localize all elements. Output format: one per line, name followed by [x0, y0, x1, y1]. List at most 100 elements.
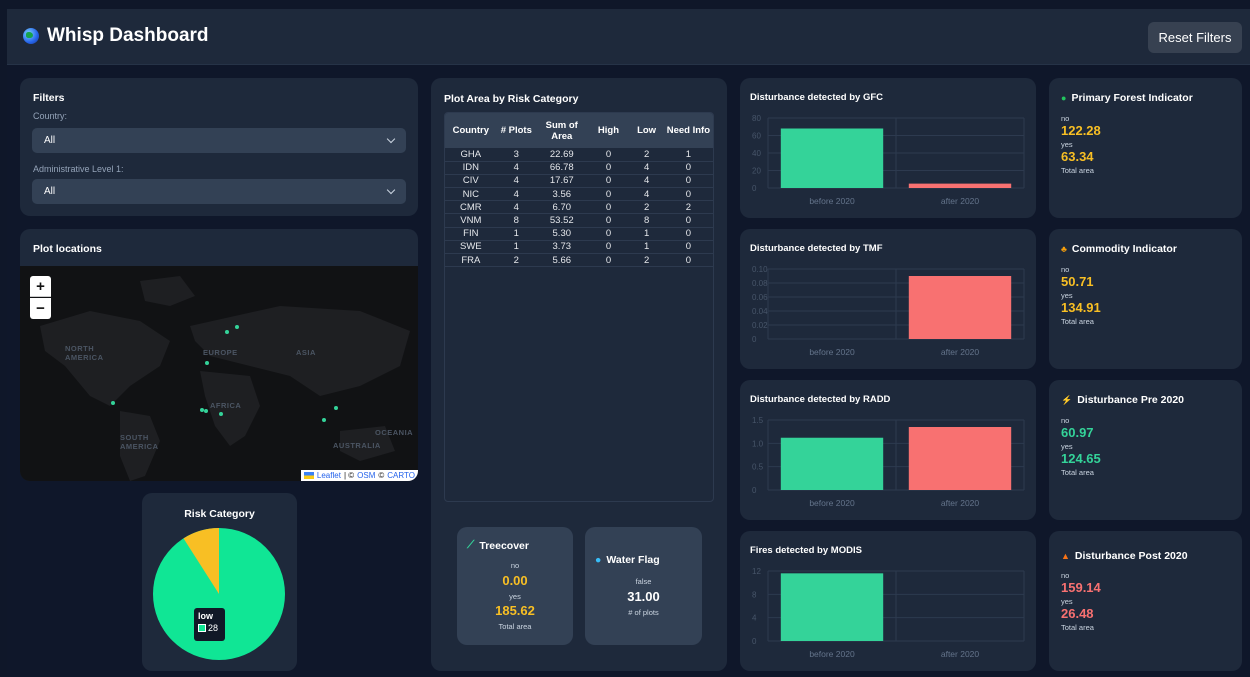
table-cell: 1 — [629, 227, 664, 241]
bar-before-2020[interactable] — [780, 573, 884, 641]
indicator-no-label: no — [1061, 416, 1070, 425]
table-row[interactable]: CMR 4 6.70 0 2 2 — [445, 200, 713, 215]
treecover-footer: Total area — [498, 622, 532, 631]
table-cell: 2 — [629, 148, 664, 162]
table-row[interactable]: IDN 4 66.78 0 4 0 — [445, 161, 713, 175]
column-header[interactable]: # Plots — [496, 113, 536, 148]
water-flag-title-text: Water Flag — [606, 554, 660, 566]
table-cell: 6.70 — [535, 200, 588, 215]
indicator-card: ⚡ Disturbance Pre 2020 no 60.97 yes 124.65 Tot… — [1049, 380, 1242, 520]
bar-chart[interactable]: 0.10 0.08 0.06 0.04 0.02 0 before 2020 after 20… — [740, 257, 1036, 369]
osm-link[interactable]: OSM — [357, 471, 375, 480]
column-header[interactable]: Sum of Area — [535, 113, 588, 148]
bar-before-2020[interactable] — [780, 128, 884, 189]
y-tick-label: 4 — [752, 614, 757, 623]
filters-card: Filters Country: All Administrative Leve… — [20, 78, 418, 216]
y-tick-label: 20 — [752, 167, 761, 176]
treecover-yes-label: yes — [509, 592, 521, 601]
map-label-australia: AUSTRALIA — [333, 441, 381, 450]
reset-filters-button[interactable]: Reset Filters — [1148, 22, 1242, 53]
water-flag-footer: # of plots — [628, 608, 659, 617]
table-cell: CIV — [445, 174, 497, 189]
tree-icon: ⟋ — [467, 539, 475, 551]
y-tick-label: 8 — [752, 590, 757, 599]
table-cell: 0 — [587, 200, 630, 215]
plot-marker[interactable] — [204, 409, 208, 413]
y-tick-label: 0.08 — [752, 279, 768, 288]
map-label-africa: AFRICA — [210, 401, 242, 410]
header-bar: Whisp Dashboard Reset Filters — [7, 9, 1250, 65]
y-tick-label: 0.06 — [752, 293, 768, 302]
risk-table: Country # Plots Sum of Area High Low Need Inf… — [445, 113, 713, 268]
plot-marker[interactable] — [219, 412, 223, 416]
indicator-card: ▲ Disturbance Post 2020 no 159.14 yes 26.48 To… — [1049, 531, 1242, 671]
table-cell: 3.73 — [535, 240, 588, 255]
bar-chart[interactable]: 12 8 4 0 before 2020 after 2020 — [740, 559, 1036, 671]
table-row[interactable]: GHA 3 22.69 0 2 1 — [445, 148, 713, 162]
indicator-title: ▲ Disturbance Post 2020 — [1061, 550, 1188, 562]
table-cell: 0 — [587, 253, 630, 268]
plot-marker[interactable] — [205, 361, 209, 365]
plot-marker[interactable] — [111, 401, 115, 405]
risk-category-title: Risk Category — [184, 508, 255, 520]
bar-after-2020[interactable] — [908, 276, 1012, 339]
table-row[interactable]: CIV 4 17.67 0 4 0 — [445, 174, 713, 189]
indicator-yes-label: yes — [1061, 442, 1073, 451]
chart-card: Disturbance detected by RADD 1.5 1.0 0.5 0 be… — [740, 380, 1036, 520]
table-cell: 4 — [496, 200, 536, 215]
bar-chart[interactable]: 1.5 1.0 0.5 0 before 2020 after 2020 — [740, 408, 1036, 520]
plot-locations-card: Plot locations NORTH AMERICA EUROPE ASIA… — [20, 229, 418, 481]
y-tick-label: 60 — [752, 132, 761, 141]
table-row[interactable]: NIC 4 3.56 0 4 0 — [445, 187, 713, 202]
column-header[interactable]: High — [587, 113, 630, 148]
bar-chart[interactable]: 80 60 40 20 0 before 2020 after 2020 — [740, 106, 1036, 218]
table-cell: 0 — [587, 174, 630, 189]
bar-before-2020[interactable] — [780, 437, 884, 490]
table-header-row: Country # Plots Sum of Area High Low Need Inf… — [445, 113, 713, 148]
indicator-yes-label: yes — [1061, 291, 1073, 300]
y-tick-label: 0.10 — [752, 265, 768, 274]
column-header[interactable]: Low — [629, 113, 664, 148]
plot-marker[interactable] — [334, 406, 338, 410]
table-row[interactable]: VNM 8 53.52 0 8 0 — [445, 213, 713, 228]
table-cell: NIC — [445, 187, 497, 202]
table-cell: 0 — [587, 213, 630, 228]
y-tick-label: 0.02 — [752, 321, 768, 330]
indicator-no-value: 60.97 — [1061, 425, 1094, 440]
plot-marker[interactable] — [322, 418, 326, 422]
table-cell: 3.56 — [535, 187, 588, 202]
country-select[interactable]: All — [32, 128, 406, 153]
table-cell: 0 — [663, 227, 713, 241]
table-cell: 0 — [663, 213, 713, 228]
table-row[interactable]: FRA 2 5.66 0 2 0 — [445, 253, 713, 268]
zoom-in-button[interactable]: + — [30, 276, 51, 297]
indicator-title-text: Commodity Indicator — [1071, 243, 1177, 255]
indicator-title: ● Primary Forest Indicator — [1061, 92, 1193, 104]
chevron-down-icon — [386, 185, 396, 195]
table-cell: CMR — [445, 200, 497, 215]
plot-marker[interactable] — [225, 330, 229, 334]
map-view[interactable]: NORTH AMERICA EUROPE ASIA AFRICA SOUTH A… — [20, 266, 418, 481]
table-row[interactable]: FIN 1 5.30 0 1 0 — [445, 227, 713, 241]
table-cell: 53.52 — [535, 213, 588, 228]
admin-level-label: Administrative Level 1: — [33, 164, 124, 174]
plant-icon: ♣ — [1061, 244, 1067, 254]
indicator-footer: Total area — [1061, 166, 1094, 175]
leaflet-link[interactable]: Leaflet — [317, 471, 341, 480]
column-header[interactable]: Country — [445, 113, 497, 148]
bar-after-2020[interactable] — [908, 427, 1012, 490]
carto-link[interactable]: CARTO — [387, 471, 415, 480]
table-row[interactable]: SWE 1 3.73 0 1 0 — [445, 240, 713, 255]
table-cell: 0 — [587, 227, 630, 241]
column-header[interactable]: Need Info — [663, 113, 713, 148]
plot-marker[interactable] — [235, 325, 239, 329]
chart-card: Disturbance detected by TMF 0.10 0.08 0.06 0… — [740, 229, 1036, 369]
chart-title: Disturbance detected by RADD — [750, 394, 891, 405]
x-tick-label: before 2020 — [809, 196, 855, 206]
admin-level-select[interactable]: All — [32, 179, 406, 204]
zoom-out-button[interactable]: − — [30, 298, 51, 319]
globe-icon — [23, 28, 39, 44]
y-tick-label: 0 — [752, 184, 757, 193]
bar-after-2020[interactable] — [908, 183, 1012, 188]
risk-table-container[interactable]: Country # Plots Sum of Area High Low Need Inf… — [444, 112, 714, 502]
